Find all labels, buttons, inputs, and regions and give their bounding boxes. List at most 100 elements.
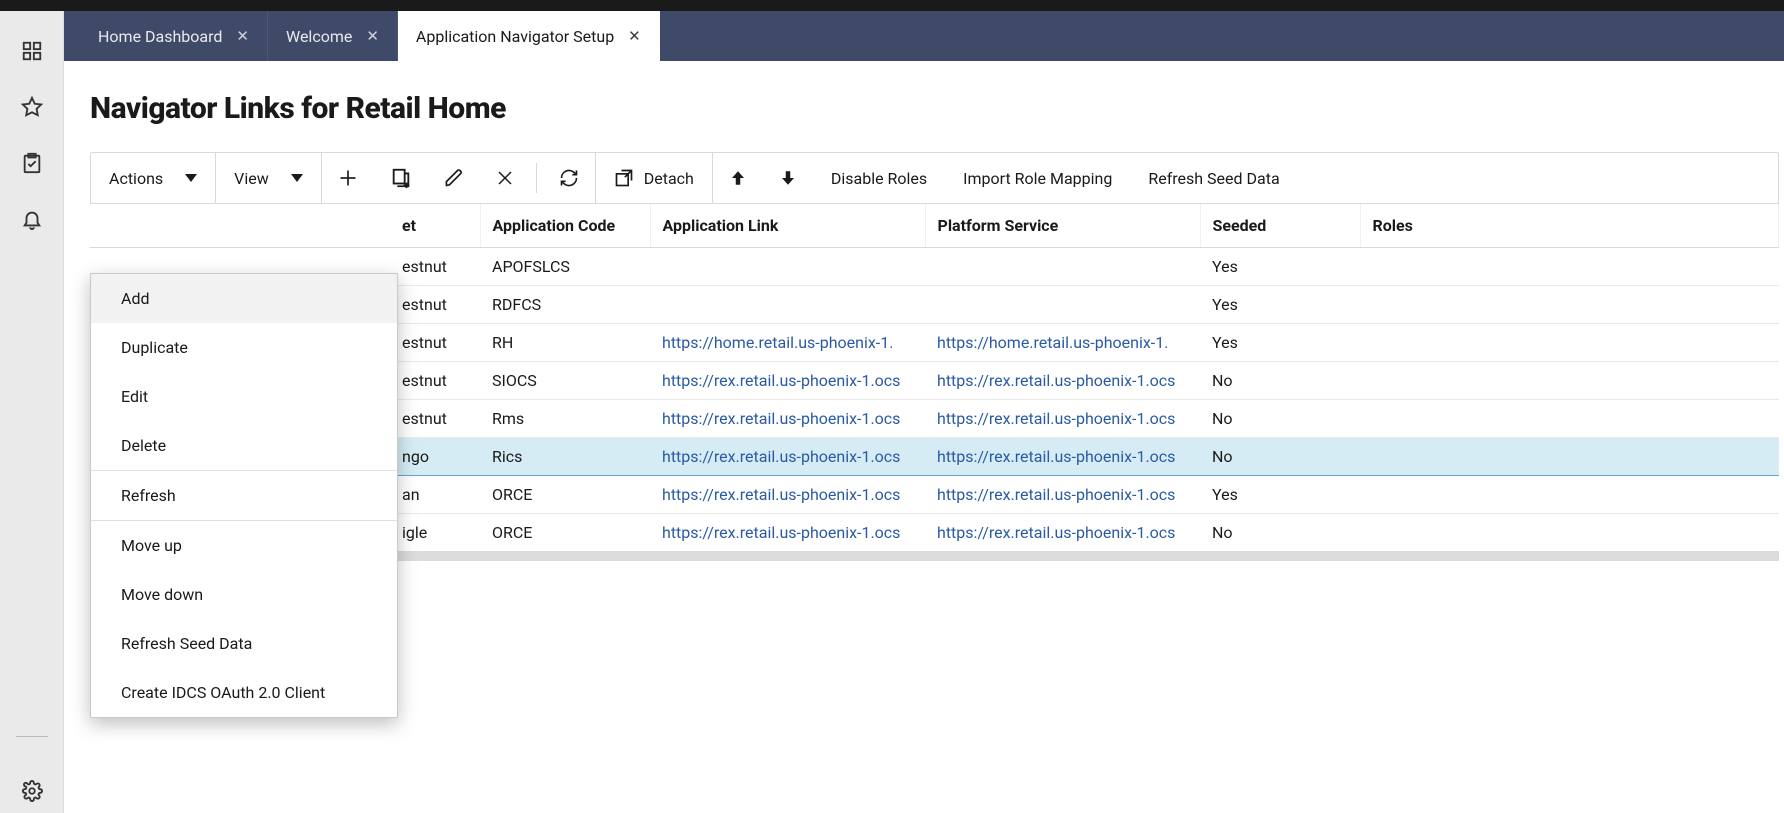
bell-icon[interactable]: [20, 207, 44, 231]
close-icon[interactable]: ✕: [366, 27, 379, 45]
view-label: View: [234, 169, 269, 188]
menu-item[interactable]: Move up: [91, 521, 397, 570]
left-sidebar: [0, 11, 64, 813]
tab[interactable]: Application Navigator Setup ✕: [398, 11, 660, 61]
duplicate-icon[interactable]: [374, 153, 428, 203]
cell-roles: [1360, 362, 1779, 400]
menu-item[interactable]: Refresh Seed Data: [91, 619, 397, 668]
cell-seeded: Yes: [1200, 324, 1360, 362]
cell-roles: [1360, 286, 1779, 324]
cell-platform[interactable]: https://home.retail.us-phoenix-1.: [925, 324, 1200, 362]
cell-seeded: Yes: [1200, 248, 1360, 286]
tab-label: Home Dashboard: [98, 27, 222, 46]
move-up-icon[interactable]: [713, 153, 763, 203]
cell-iconset: estnut: [390, 362, 480, 400]
cell-seeded: Yes: [1200, 286, 1360, 324]
view-dropdown[interactable]: View: [216, 153, 322, 203]
cell-applink[interactable]: https://rex.retail.us-phoenix-1.ocs: [650, 514, 925, 552]
detach-button[interactable]: Detach: [595, 153, 713, 203]
actions-label: Actions: [109, 169, 163, 188]
menu-item[interactable]: Move down: [91, 570, 397, 619]
cell-roles: [1360, 476, 1779, 514]
clipboard-icon[interactable]: [20, 151, 44, 175]
cell-appcode: APOFSLCS: [480, 248, 650, 286]
cell-applink: [650, 286, 925, 324]
caret-down-icon: [291, 173, 303, 183]
toolbar-separator: [536, 163, 537, 193]
th-hidden: [90, 204, 390, 248]
cell-platform[interactable]: https://rex.retail.us-phoenix-1.ocs: [925, 476, 1200, 514]
cell-platform[interactable]: https://rex.retail.us-phoenix-1.ocs: [925, 438, 1200, 476]
cell-applink[interactable]: https://rex.retail.us-phoenix-1.ocs: [650, 362, 925, 400]
tab[interactable]: Home Dashboard ✕: [80, 11, 268, 61]
disable-roles-button[interactable]: Disable Roles: [813, 153, 945, 203]
th-roles[interactable]: Roles: [1360, 204, 1779, 248]
tab-bar: Home Dashboard✕Welcome✕Application Navig…: [64, 11, 1784, 61]
import-role-mapping-button[interactable]: Import Role Mapping: [945, 153, 1130, 203]
delete-icon[interactable]: [480, 153, 530, 203]
cell-iconset: ngo: [390, 438, 480, 476]
close-icon[interactable]: ✕: [236, 27, 249, 45]
sidebar-divider: [16, 736, 48, 737]
cell-seeded: Yes: [1200, 476, 1360, 514]
toolbar: Actions View: [90, 152, 1779, 204]
cell-roles: [1360, 438, 1779, 476]
tab[interactable]: Welcome ✕: [268, 11, 398, 61]
edit-icon[interactable]: [428, 153, 480, 203]
cell-appcode: SIOCS: [480, 362, 650, 400]
cell-applink[interactable]: https://rex.retail.us-phoenix-1.ocs: [650, 476, 925, 514]
caret-down-icon: [185, 173, 197, 183]
cell-applink[interactable]: https://rex.retail.us-phoenix-1.ocs: [650, 400, 925, 438]
cell-platform[interactable]: https://rex.retail.us-phoenix-1.ocs: [925, 362, 1200, 400]
cell-seeded: No: [1200, 438, 1360, 476]
cell-platform[interactable]: https://rex.retail.us-phoenix-1.ocs: [925, 400, 1200, 438]
menu-item[interactable]: Delete: [91, 421, 397, 470]
star-icon[interactable]: [20, 95, 44, 119]
refresh-seed-data-button[interactable]: Refresh Seed Data: [1130, 153, 1297, 203]
th-appcode[interactable]: Application Code: [480, 204, 650, 248]
cell-iconset: estnut: [390, 248, 480, 286]
cell-appcode: Rms: [480, 400, 650, 438]
tab-label: Welcome: [286, 27, 352, 46]
close-icon[interactable]: ✕: [628, 27, 641, 45]
cell-iconset: estnut: [390, 286, 480, 324]
tab-label: Application Navigator Setup: [416, 27, 614, 46]
window-top-bar: [0, 0, 1784, 11]
gear-icon[interactable]: [20, 779, 44, 803]
cell-roles: [1360, 400, 1779, 438]
cell-iconset: an: [390, 476, 480, 514]
cell-applink: [650, 248, 925, 286]
cell-iconset: estnut: [390, 324, 480, 362]
menu-item[interactable]: Refresh: [91, 471, 397, 520]
move-down-icon[interactable]: [763, 153, 813, 203]
cell-applink[interactable]: https://home.retail.us-phoenix-1.: [650, 324, 925, 362]
cell-appcode: ORCE: [480, 514, 650, 552]
cell-seeded: No: [1200, 400, 1360, 438]
menu-item[interactable]: Edit: [91, 372, 397, 421]
cell-iconset: estnut: [390, 400, 480, 438]
menu-item[interactable]: Duplicate: [91, 323, 397, 372]
refresh-icon[interactable]: [543, 153, 595, 203]
cell-platform[interactable]: https://rex.retail.us-phoenix-1.ocs: [925, 514, 1200, 552]
cell-seeded: No: [1200, 514, 1360, 552]
menu-item[interactable]: Create IDCS OAuth 2.0 Client: [91, 668, 397, 717]
th-iconset[interactable]: et: [390, 204, 480, 248]
th-applink[interactable]: Application Link: [650, 204, 925, 248]
cell-appcode: ORCE: [480, 476, 650, 514]
cell-applink[interactable]: https://rex.retail.us-phoenix-1.ocs: [650, 438, 925, 476]
th-platform[interactable]: Platform Service: [925, 204, 1200, 248]
cell-seeded: No: [1200, 362, 1360, 400]
apps-icon[interactable]: [20, 39, 44, 63]
cell-iconset: igle: [390, 514, 480, 552]
cell-roles: [1360, 324, 1779, 362]
cell-appcode: Rics: [480, 438, 650, 476]
cell-platform: [925, 286, 1200, 324]
menu-item[interactable]: Add: [91, 274, 397, 323]
add-icon[interactable]: [322, 153, 374, 203]
cell-roles: [1360, 514, 1779, 552]
actions-menu: AddDuplicateEditDeleteRefreshMove upMove…: [90, 273, 398, 718]
detach-icon: [614, 168, 634, 188]
cell-appcode: RH: [480, 324, 650, 362]
actions-dropdown[interactable]: Actions: [91, 153, 216, 203]
th-seeded[interactable]: Seeded: [1200, 204, 1360, 248]
